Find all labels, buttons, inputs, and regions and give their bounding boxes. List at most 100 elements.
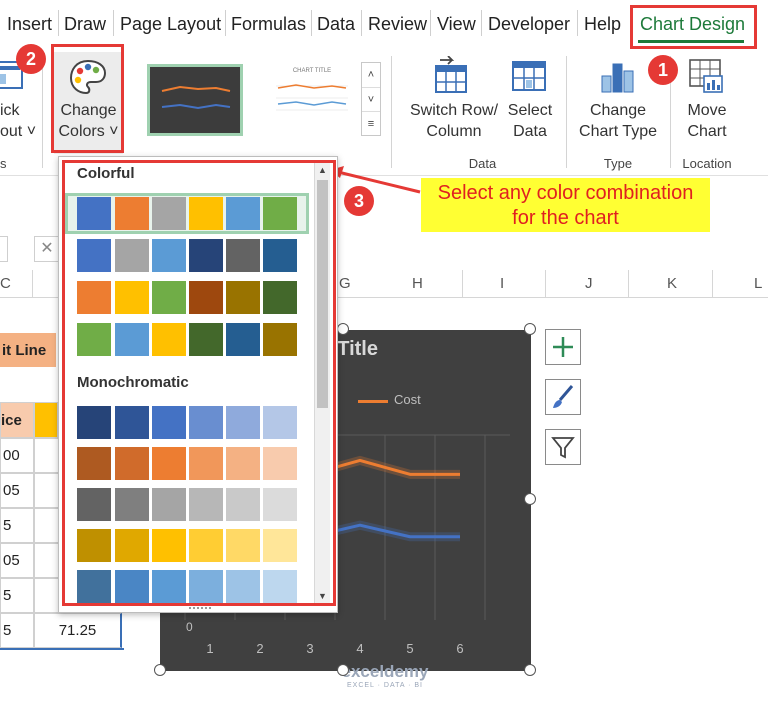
table-cell[interactable]: 00 xyxy=(0,438,34,473)
column-header-i[interactable]: I xyxy=(500,275,504,292)
step-badge-1: 1 xyxy=(648,55,678,85)
instruction-callout: Select any color combination for the cha… xyxy=(421,178,710,232)
chart-styles-scroll: ˄ ˅ ≡ xyxy=(361,62,381,136)
resize-handle[interactable] xyxy=(337,323,349,335)
move-chart-label-1: Move xyxy=(687,102,727,119)
column-header-c[interactable]: C xyxy=(0,275,11,292)
name-box[interactable] xyxy=(0,236,8,262)
chart-elements-button[interactable] xyxy=(545,329,581,365)
table-cell[interactable]: 5 xyxy=(0,508,34,543)
table-cell[interactable]: 71.25 xyxy=(34,613,122,648)
x-tick-label: 5 xyxy=(406,641,413,656)
change-chart-type-button[interactable]: Change Chart Type xyxy=(570,100,666,142)
move-chart-icon xyxy=(689,59,723,93)
tab-separator xyxy=(577,10,578,36)
resize-handle[interactable] xyxy=(524,493,536,505)
tab-separator xyxy=(58,10,59,36)
column-divider xyxy=(32,270,33,298)
switch-row-column-label-1: Switch Row/ xyxy=(409,102,499,119)
table-cell[interactable]: 05 xyxy=(0,473,34,508)
column-divider xyxy=(545,270,546,298)
ribbon-separator xyxy=(391,56,392,168)
highlight-box-chart-design xyxy=(630,5,757,49)
table-cell[interactable]: 5 xyxy=(0,613,34,648)
sheet-title-cell[interactable]: it Line xyxy=(0,333,56,367)
column-divider xyxy=(628,270,629,298)
column-label-cell[interactable]: ice xyxy=(0,402,34,438)
tab-data[interactable]: Data xyxy=(317,14,355,35)
select-data-button[interactable]: Select Data xyxy=(500,100,560,142)
tab-help[interactable]: Help xyxy=(584,14,621,35)
chart-style-1-thumbnail xyxy=(150,67,240,133)
scroll-up-icon[interactable]: ˄ xyxy=(362,63,380,87)
tab-page-layout[interactable]: Page Layout xyxy=(120,14,221,35)
tab-separator xyxy=(225,10,226,36)
quick-layout-label-1: ick xyxy=(0,102,20,119)
group-label-type: Type xyxy=(603,156,633,171)
chart-style-2-title: CHART TITLE xyxy=(292,68,332,74)
tab-formulas[interactable]: Formulas xyxy=(231,14,306,35)
scroll-down-icon[interactable]: ˅ xyxy=(362,87,380,111)
switch-row-column-button[interactable]: Switch Row/ Column xyxy=(405,100,503,142)
chart-style-2-thumbnail xyxy=(276,84,348,111)
switch-row-column-icon xyxy=(435,56,467,93)
resize-handle[interactable] xyxy=(524,323,536,335)
switch-row-column-label-2: Column xyxy=(426,123,482,140)
column-divider xyxy=(712,270,713,298)
select-data-icon xyxy=(512,61,546,91)
tab-developer[interactable]: Developer xyxy=(488,14,570,35)
cancel-formula-icon[interactable]: ✕ xyxy=(34,236,60,262)
chart-style-2[interactable]: CHART TITLE xyxy=(266,64,358,136)
select-data-label-1: Select xyxy=(507,102,553,119)
select-data-label-2: Data xyxy=(513,123,547,140)
watermark-text: exceldemy xyxy=(341,662,429,681)
change-chart-type-label-2: Chart Type xyxy=(579,123,657,140)
resize-handle[interactable] xyxy=(154,664,166,676)
tab-review[interactable]: Review xyxy=(368,14,427,35)
more-styles-icon[interactable]: ≡ xyxy=(362,111,380,135)
chart-filters-button[interactable] xyxy=(545,429,581,465)
instruction-callout-line-1: Select any color combination xyxy=(437,182,694,204)
quick-layout-button[interactable]: ick out ˅ xyxy=(0,100,36,142)
x-tick-label: 6 xyxy=(456,641,463,656)
move-chart-button[interactable]: Move Chart xyxy=(674,100,740,142)
tab-view[interactable]: View xyxy=(437,14,476,35)
callout-arrow-icon xyxy=(330,166,421,194)
plus-icon xyxy=(553,337,573,357)
watermark: exceldemy EXCEL · DATA · BI xyxy=(310,662,460,689)
tab-draw[interactable]: Draw xyxy=(64,14,106,35)
y-tick-0: 0 xyxy=(186,620,193,634)
column-header-h[interactable]: H xyxy=(412,275,423,292)
change-chart-type-label-1: Change xyxy=(589,102,647,119)
tab-separator xyxy=(361,10,362,36)
group-label-location: Location xyxy=(682,156,732,171)
tab-insert[interactable]: Insert xyxy=(7,14,52,35)
highlight-box-change-colors xyxy=(51,44,124,153)
resize-handle[interactable] xyxy=(524,664,536,676)
instruction-callout-line-2: for the chart xyxy=(512,207,619,229)
group-label-data: Data xyxy=(468,156,497,171)
column-header-g[interactable]: G xyxy=(339,275,351,292)
step-badge-2: 2 xyxy=(16,44,46,74)
tab-separator xyxy=(311,10,312,36)
ribbon-separator xyxy=(42,56,43,168)
column-header-l[interactable]: L xyxy=(754,275,762,292)
resize-handle[interactable] xyxy=(337,664,349,676)
x-tick-label: 4 xyxy=(356,641,363,656)
chart-styles-button[interactable] xyxy=(545,379,581,415)
highlight-box-dropdown xyxy=(62,160,336,606)
table-cell[interactable]: 05 xyxy=(0,543,34,578)
column-header-k[interactable]: K xyxy=(667,275,677,292)
table-cell[interactable]: 5 xyxy=(0,578,34,613)
column-divider xyxy=(462,270,463,298)
x-tick-label: 3 xyxy=(306,641,313,656)
watermark-subtext: EXCEL · DATA · BI xyxy=(347,682,423,689)
tab-separator xyxy=(430,10,431,36)
chart-style-1[interactable] xyxy=(147,64,243,136)
column-label-cell[interactable] xyxy=(34,402,58,438)
tab-separator xyxy=(113,10,114,36)
column-header-j[interactable]: J xyxy=(585,275,593,292)
brush-icon xyxy=(553,385,574,408)
change-chart-type-icon xyxy=(601,63,634,93)
resize-grip-icon[interactable] xyxy=(189,607,211,610)
